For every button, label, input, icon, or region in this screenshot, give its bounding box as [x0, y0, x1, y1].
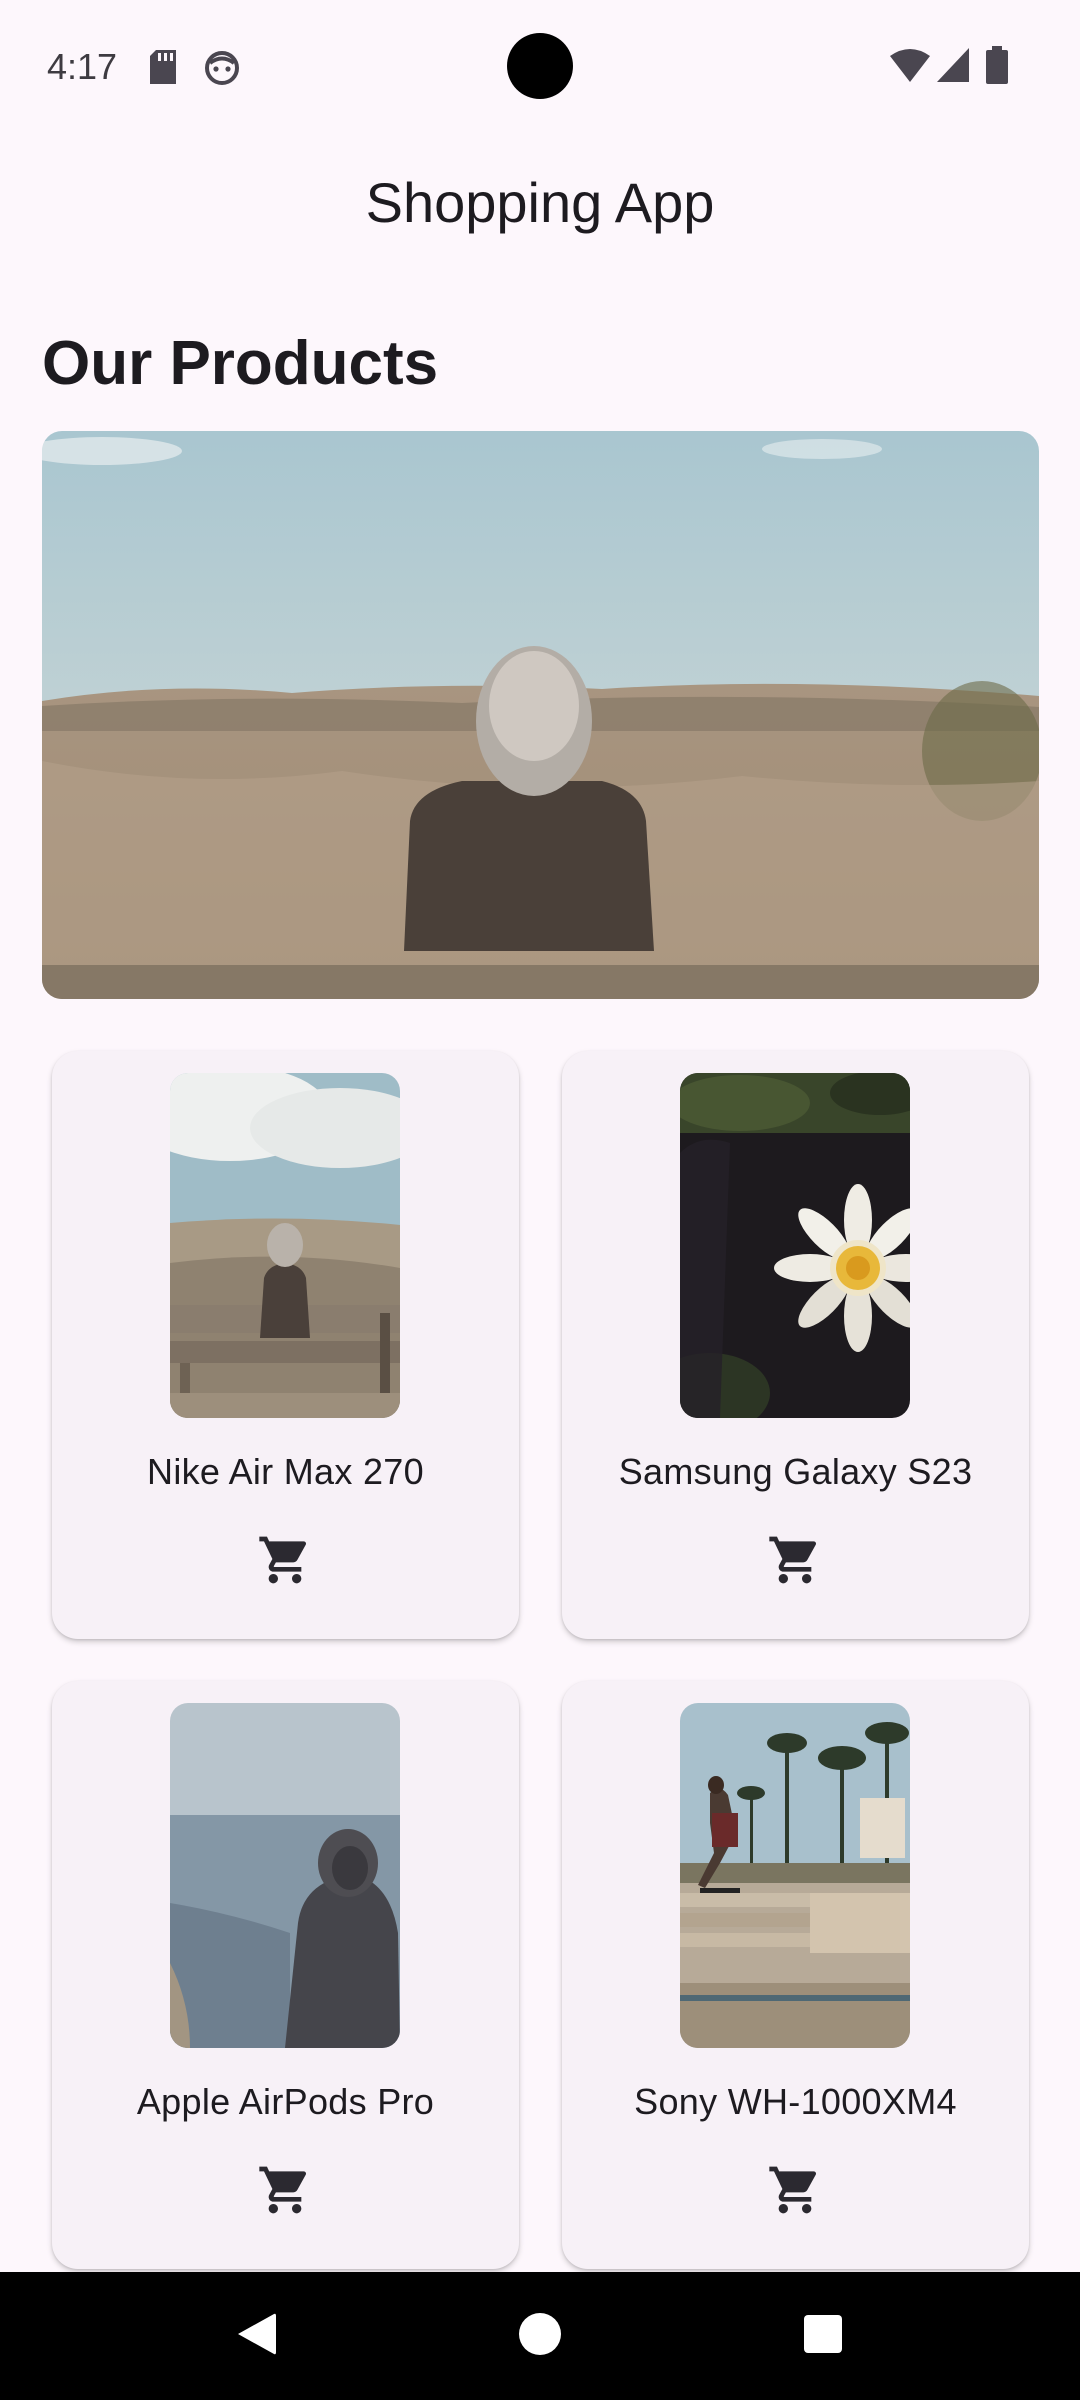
product-image[interactable] [170, 1703, 400, 2048]
android-face-icon [204, 50, 240, 91]
product-image[interactable] [680, 1073, 910, 1418]
status-time: 4:17 [47, 46, 118, 87]
wifi-icon [890, 48, 930, 87]
sd-card-icon [148, 50, 178, 89]
product-image[interactable] [170, 1073, 400, 1418]
product-name: Apple AirPods Pro [136, 2081, 435, 2122]
recents-icon [803, 2314, 843, 2359]
product-name: Samsung Galaxy S23 [618, 1451, 973, 1492]
camera-cutout [507, 33, 573, 99]
product-card[interactable]: Samsung Galaxy S23 [562, 1051, 1029, 1639]
shopping-cart-icon [767, 2162, 823, 2223]
product-image[interactable] [680, 1703, 910, 2048]
product-name: Sony WH-1000XM4 [634, 2081, 957, 2122]
add-to-cart-button[interactable] [764, 1531, 826, 1593]
shopping-cart-icon [767, 1532, 823, 1593]
product-card[interactable]: Nike Air Max 270 [52, 1051, 519, 1639]
section-title: Our Products [42, 329, 439, 398]
add-to-cart-button[interactable] [254, 2161, 316, 2223]
status-bar: 4:17 [0, 0, 1080, 134]
nav-home-button[interactable] [480, 2272, 600, 2400]
shopping-cart-icon [257, 1532, 313, 1593]
nav-recents-button[interactable] [763, 2272, 883, 2400]
product-card[interactable]: Apple AirPods Pro [52, 1681, 519, 2269]
nav-back-button[interactable] [196, 2272, 316, 2400]
shopping-cart-icon [257, 2162, 313, 2223]
battery-icon [986, 46, 1008, 89]
system-navigation-bar [0, 2272, 1080, 2400]
screen: 4:17 Shopping App Our Products Nike Air … [0, 0, 1080, 2400]
app-bar-title: Shopping App [365, 171, 715, 234]
add-to-cart-button[interactable] [254, 1531, 316, 1593]
product-card[interactable]: Sony WH-1000XM4 [562, 1681, 1029, 2269]
add-to-cart-button[interactable] [764, 2161, 826, 2223]
home-icon [517, 2311, 563, 2362]
hero-banner-image[interactable] [42, 431, 1039, 999]
product-name: Nike Air Max 270 [147, 1451, 424, 1492]
cellular-signal-icon [937, 48, 969, 87]
back-icon [234, 2310, 278, 2363]
